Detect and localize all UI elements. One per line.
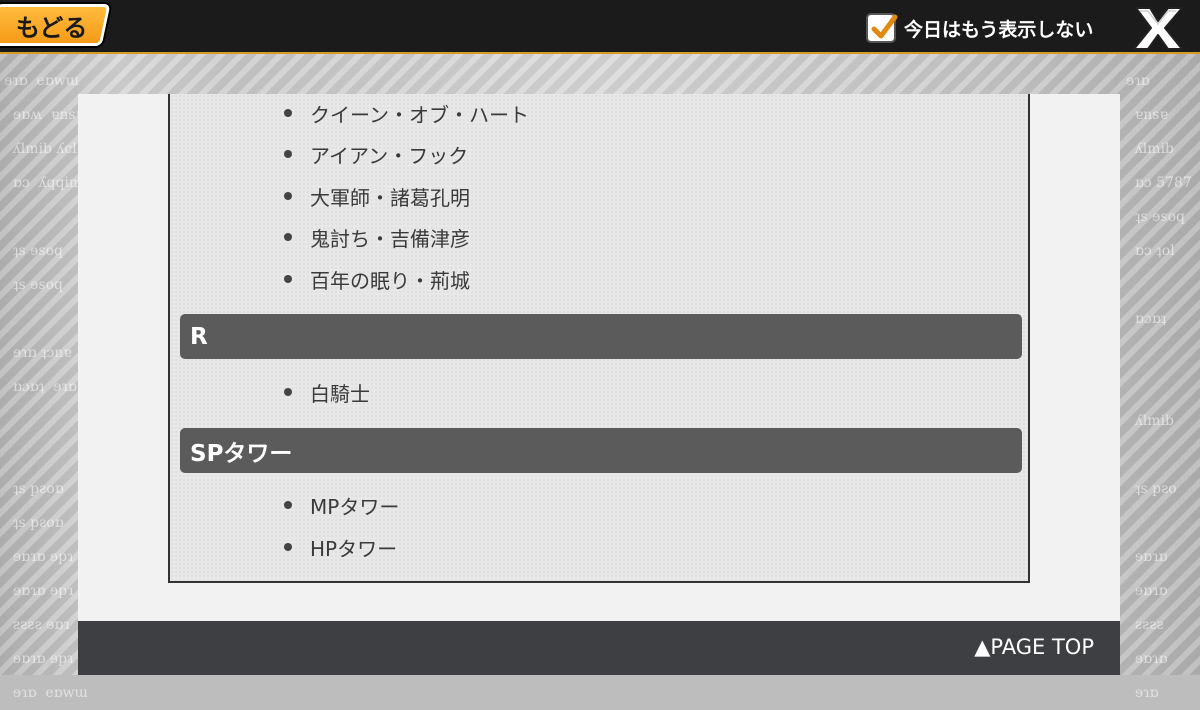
list-item: MPタワー — [284, 490, 399, 520]
section-header-sp-tower: SPタワー — [180, 428, 1022, 473]
list-item: 大軍師・諸葛孔明 — [284, 181, 470, 211]
background-script-left: ɘɿɒ eɒwɯ ɘɒʍ ɐnsɐ ʎlmib ʎcl ɒɔ ʎqqim ʇs … — [4, 73, 88, 701]
background-script-right: ɘɿɒ ɐnsɐ ʎlmib ɒɔ 5787 ʇs ɘsoq ɒɔ ʇol ɒɔ… — [1126, 73, 1192, 701]
back-button[interactable]: もどる — [0, 4, 111, 46]
list-item-label: アイアン・フック — [310, 143, 469, 168]
bullet-icon — [284, 388, 292, 396]
list-item-label: HPタワー — [310, 536, 398, 561]
list-item: アイアン・フック — [284, 139, 468, 169]
bullet-icon — [284, 192, 292, 200]
section-title: R — [190, 323, 208, 350]
list-item: クイーン・オブ・ハート — [284, 98, 529, 128]
close-x-icon — [1133, 7, 1183, 50]
section-title: SPタワー — [190, 440, 293, 467]
bullet-icon — [284, 233, 292, 241]
close-button[interactable] — [1128, 4, 1186, 52]
list-item: 鬼討ち・吉備津彦 — [284, 222, 470, 252]
section-header-r: R — [180, 314, 1022, 359]
list-item: 百年の眠り・荊城 — [284, 264, 470, 294]
list-item: HPタワー — [284, 532, 397, 562]
content-panel: クイーン・オブ・ハート アイアン・フック 大軍師・諸葛孔明 鬼討ち・吉備津彦 百… — [78, 94, 1120, 621]
page-top-link[interactable]: ▲PAGE TOP — [974, 635, 1094, 659]
checkmark-icon — [871, 14, 898, 39]
bullet-icon — [284, 109, 292, 117]
list-item-label: 大軍師・諸葛孔明 — [310, 185, 470, 210]
list-item-label: MPタワー — [310, 494, 400, 519]
hide-today-label: 今日はもう表示しない — [904, 18, 1094, 41]
list-item-label: 鬼討ち・吉備津彦 — [310, 226, 470, 251]
bullet-icon — [284, 275, 292, 283]
hide-today-toggle[interactable]: 今日はもう表示しない — [866, 10, 1093, 46]
list-item-label: 百年の眠り・荊城 — [310, 268, 470, 293]
list-item-label: クイーン・オブ・ハート — [310, 102, 529, 127]
list-item: 白騎士 — [284, 377, 370, 407]
character-list-box: クイーン・オブ・ハート アイアン・フック 大軍師・諸葛孔明 鬼討ち・吉備津彦 百… — [168, 94, 1030, 583]
hide-today-checkbox[interactable] — [866, 13, 898, 43]
bullet-icon — [284, 150, 292, 158]
header-bar: もどる 今日はもう表示しない — [0, 0, 1200, 54]
list-item-label: 白騎士 — [310, 381, 370, 406]
back-button-label: もどる — [16, 13, 88, 42]
footer-bar: ▲PAGE TOP — [78, 621, 1120, 675]
bullet-icon — [284, 543, 292, 551]
bullet-icon — [284, 501, 292, 509]
